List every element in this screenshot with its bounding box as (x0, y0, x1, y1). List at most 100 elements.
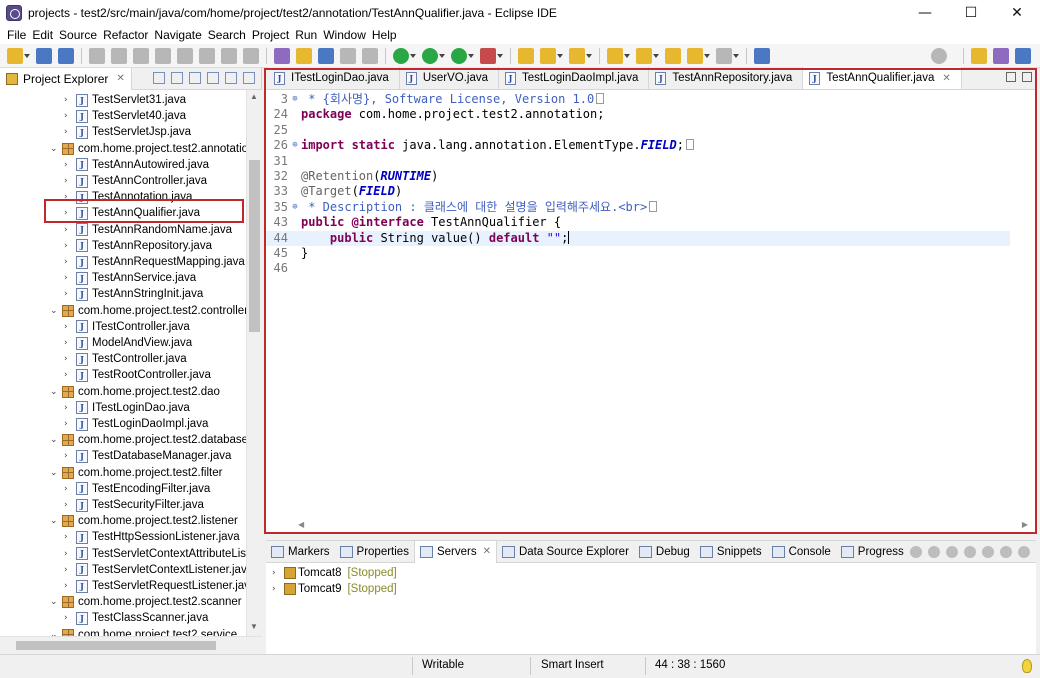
scrollbar-thumb[interactable] (249, 160, 260, 332)
menu-search[interactable]: Search (205, 28, 249, 42)
tree-file[interactable]: › J TestAnnAutowired.java (64, 157, 209, 173)
minimize-editor-icon[interactable] (1006, 72, 1016, 82)
tree-package[interactable]: ⌄ com.home.project.test2.dao (50, 384, 220, 400)
tree-package[interactable]: ⌄ com.home.project.test2.annotation (50, 141, 246, 157)
close-button[interactable]: ✕ (994, 0, 1040, 26)
expand-down-icon[interactable]: ⌄ (50, 597, 62, 607)
stop-server-icon[interactable] (982, 546, 994, 558)
expand-right-icon[interactable]: › (64, 581, 76, 591)
resume-icon[interactable] (111, 47, 127, 64)
tree-file[interactable]: › J TestAnnController.java (64, 173, 207, 189)
tab-data-source-explorer[interactable]: Data Source Explorer (497, 541, 634, 563)
highlight-pen-icon[interactable] (296, 47, 312, 64)
tree-file[interactable]: › J TestDatabaseManager.java (64, 448, 231, 464)
maximize-editor-icon[interactable] (1022, 72, 1032, 82)
folded-block-icon[interactable] (649, 200, 658, 212)
menu-file[interactable]: File (4, 28, 29, 42)
editor-tab[interactable]: J UserVO.java (399, 67, 499, 89)
editor-tab[interactable]: J TestAnnQualifier.java ✕ (803, 67, 962, 89)
expand-right-icon[interactable]: › (64, 241, 76, 251)
expand-right-icon[interactable]: › (64, 208, 76, 218)
view-menu-icon[interactable] (207, 72, 219, 84)
tree-file[interactable]: › J TestServletContextAttributeListe (64, 546, 246, 562)
tree-package[interactable]: ⌄ com.home.project.test2.scanner (50, 594, 242, 610)
view-menu-icon[interactable] (1018, 546, 1030, 558)
tree-file[interactable]: › J TestServletContextListener.java (64, 562, 246, 578)
fold-expand-icon[interactable]: ⊕ (290, 200, 300, 215)
editor-horizontal-scrollbar[interactable]: ◀ ▶ (296, 518, 1036, 532)
expand-down-icon[interactable]: ⌄ (50, 516, 62, 526)
tab-servers[interactable]: Servers ✕ (413, 540, 497, 563)
menu-project[interactable]: Project (249, 28, 292, 42)
expand-right-icon[interactable]: › (64, 225, 76, 235)
code-line[interactable]: 3 ⊕ * {회사명}, Software License, Version 1.… (266, 92, 1010, 107)
block-selection-icon[interactable] (340, 47, 356, 64)
profile-server-icon[interactable] (964, 546, 976, 558)
expand-right-icon[interactable]: › (64, 160, 76, 170)
java-ee-perspective-icon[interactable] (993, 48, 1009, 64)
scroll-right-icon[interactable]: ▶ (1022, 520, 1028, 529)
expand-right-icon[interactable]: › (64, 419, 76, 429)
tree-file[interactable]: › J TestAnnRepository.java (64, 238, 212, 254)
tree-package[interactable]: ⌄ com.home.project.test2.service (50, 627, 237, 636)
code-line[interactable]: 32 @Retention(RUNTIME) (266, 169, 1010, 184)
tree-file[interactable]: › J TestLoginDaoImpl.java (64, 416, 208, 432)
collapse-icon[interactable] (910, 546, 922, 558)
code-area[interactable]: 3 ⊕ * {회사명}, Software License, Version 1.… (266, 90, 1036, 518)
tree-file[interactable]: › J TestAnnService.java (64, 270, 196, 286)
code-line[interactable]: 31 (266, 154, 1010, 169)
filter-icon[interactable] (189, 72, 201, 84)
fold-expand-icon[interactable]: ⊕ (290, 92, 300, 107)
expand-down-icon[interactable]: ⌄ (50, 387, 62, 397)
tree-file[interactable]: › J TestServletJsp.java (64, 124, 191, 140)
server-row[interactable]: › Tomcat8 [Stopped] (272, 565, 397, 581)
start-server-icon[interactable] (946, 546, 958, 558)
expand-right-icon[interactable]: › (64, 354, 76, 364)
last-edit-location-icon[interactable] (665, 47, 681, 64)
tab-debug[interactable]: Debug (634, 541, 695, 563)
code-line[interactable]: 46 (266, 261, 1010, 276)
open-perspective-icon[interactable] (971, 48, 987, 64)
menu-refactor[interactable]: Refactor (100, 28, 151, 42)
tree-file[interactable]: › J ITestController.java (64, 319, 190, 335)
suspend-icon[interactable] (133, 47, 149, 64)
close-icon[interactable]: ✕ (483, 546, 491, 557)
lightbulb-icon[interactable] (1022, 659, 1032, 673)
expand-right-icon[interactable]: › (272, 584, 284, 594)
minimize-view-icon[interactable] (225, 72, 237, 84)
code-line[interactable]: 45} (266, 246, 1010, 261)
tree-file[interactable]: › J TestServlet31.java (64, 92, 186, 108)
server-row[interactable]: › Tomcat9 [Stopped] (272, 581, 397, 597)
tree-package[interactable]: ⌄ com.home.project.test2.database (50, 432, 246, 448)
status-insert-mode[interactable]: Smart Insert (541, 659, 604, 671)
close-icon[interactable]: ✕ (942, 73, 950, 84)
explorer-horizontal-scrollbar[interactable] (0, 636, 262, 654)
save-icon[interactable] (36, 47, 52, 64)
tree-package[interactable]: ⌄ com.home.project.test2.filter (50, 465, 222, 481)
tree-file[interactable]: › J TestAnnotation.java (64, 189, 192, 205)
tree-file[interactable]: › J TestRootController.java (64, 367, 211, 383)
close-icon[interactable]: ✕ (116, 73, 124, 84)
tab-markers[interactable]: Markers (266, 541, 335, 563)
expand-right-icon[interactable]: › (64, 549, 76, 559)
java-perspective-icon[interactable] (1015, 48, 1031, 64)
expand-down-icon[interactable]: ⌄ (50, 435, 62, 445)
code-line[interactable]: 26 ⊕ import static java.lang.annotation.El… (266, 138, 1010, 153)
folded-block-icon[interactable] (596, 93, 605, 104)
expand-right-icon[interactable]: › (64, 565, 76, 575)
menu-run[interactable]: Run (292, 28, 320, 42)
new-java-project-icon[interactable] (518, 47, 534, 64)
menu-help[interactable]: Help (369, 28, 400, 42)
tree-file[interactable]: › J TestAnnStringInit.java (64, 286, 203, 302)
editor-tab[interactable]: J TestLoginDaoImpl.java (499, 67, 650, 89)
terminate-icon[interactable] (155, 47, 171, 64)
menu-window[interactable]: Window (320, 28, 369, 42)
expand-right-icon[interactable]: › (64, 127, 76, 137)
step-return-icon[interactable] (243, 47, 259, 64)
expand-right-icon[interactable]: › (64, 111, 76, 121)
menu-source[interactable]: Source (56, 28, 100, 42)
fold-expand-icon[interactable]: ⊕ (290, 138, 300, 153)
tree-file[interactable]: › J TestAnnQualifier.java (64, 205, 200, 221)
step-over-icon[interactable] (221, 47, 237, 64)
new-wizard-icon[interactable] (7, 47, 30, 64)
